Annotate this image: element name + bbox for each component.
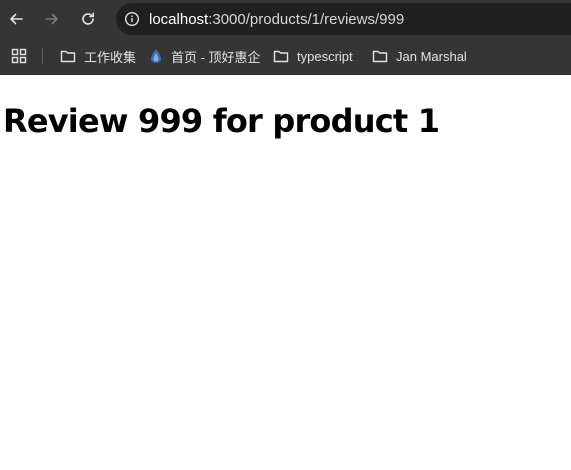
browser-toolbar: localhost:3000/products/1/reviews/999	[0, 0, 571, 38]
bookmark-label: 首页 - 顶好惠企	[171, 49, 261, 65]
apps-grid-icon	[11, 48, 27, 64]
bookmark-folder-work[interactable]: 工作收集	[60, 38, 136, 74]
folder-icon	[273, 50, 289, 63]
arrow-left-icon	[10, 13, 23, 25]
apps-button[interactable]	[11, 38, 35, 74]
url-text: localhost:3000/products/1/reviews/999	[149, 11, 404, 28]
bookmarks-divider	[42, 48, 43, 64]
url-path: :3000/products/1/reviews/999	[208, 10, 405, 28]
bookmark-site-dinghao[interactable]: 首页 - 顶好惠企	[149, 38, 261, 74]
address-bar[interactable]: localhost:3000/products/1/reviews/999	[116, 3, 571, 35]
bookmark-label: typescript	[297, 48, 353, 64]
arrow-right-icon	[45, 13, 58, 25]
bookmark-label: Jan Marshal	[396, 48, 467, 64]
info-icon	[124, 11, 140, 27]
reload-icon	[82, 12, 94, 25]
page-content: Review 999 for product 1	[0, 75, 571, 141]
url-host: localhost	[149, 10, 209, 28]
page-title: Review 999 for product 1	[3, 102, 440, 140]
site-info-button[interactable]	[122, 9, 142, 29]
bookmark-label: 工作收集	[84, 49, 137, 65]
bookmark-folder-jan-marshal[interactable]: Jan Marshal	[372, 38, 467, 74]
site-favicon	[151, 49, 161, 63]
back-button[interactable]	[3, 6, 29, 32]
bookmarks-bar: 工作收集 首页 - 顶好惠企 typescript Jan Marshal	[0, 38, 571, 75]
bookmark-folder-typescript[interactable]: typescript	[273, 38, 353, 74]
folder-icon	[372, 50, 388, 63]
folder-icon	[60, 50, 76, 63]
forward-button[interactable]	[39, 6, 65, 32]
reload-button[interactable]	[75, 6, 101, 32]
